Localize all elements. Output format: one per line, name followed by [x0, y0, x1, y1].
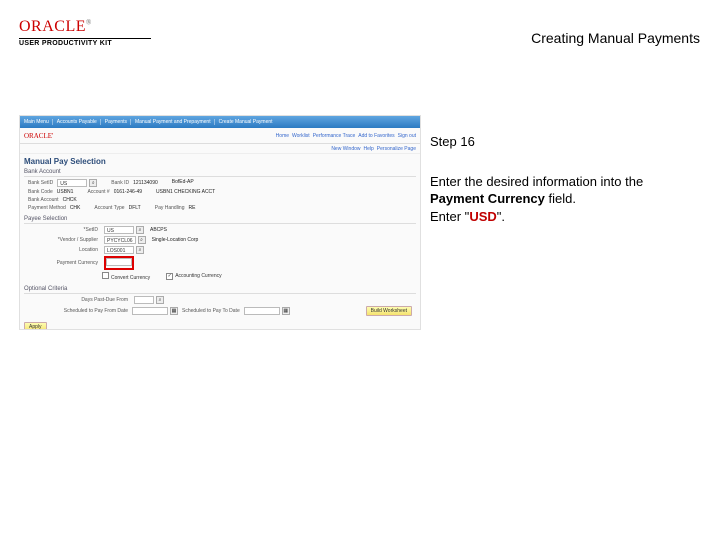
brand-wordmark: ORACLE®	[19, 18, 151, 36]
band-title: Bank Account	[24, 169, 416, 177]
nav-item[interactable]: Payments	[105, 119, 131, 125]
app-utility-links: Home Worklist Performance Trace Add to F…	[276, 133, 420, 139]
brand-subtext: USER PRODUCTIVITY KIT	[19, 40, 151, 47]
calendar-icon[interactable]: ▦	[170, 307, 178, 315]
sub-link[interactable]: Personalize Page	[377, 146, 416, 152]
embedded-screenshot: Main Menu Accounts Payable Payments Manu…	[19, 115, 421, 330]
form-row: Bank AccountCHCK	[24, 196, 416, 204]
lookup-icon[interactable]: ⌕	[89, 179, 97, 187]
util-link[interactable]: Sign out	[398, 133, 416, 139]
nav-item[interactable]: Main Menu	[24, 119, 53, 125]
payment-currency-field[interactable]	[106, 258, 132, 266]
footer: Apply	[20, 319, 420, 330]
days-past-due-field[interactable]	[134, 296, 154, 304]
instruction-text: Enter the desired information into the P…	[430, 173, 694, 226]
build-worksheet-button[interactable]: Build Worksheet	[366, 306, 412, 316]
convert-currency-checkbox[interactable]	[102, 272, 109, 279]
form-row: *SetID US⌕ ABCPS	[24, 225, 416, 235]
lookup-icon[interactable]: ⌕	[136, 226, 144, 234]
pay-from-date-field[interactable]	[132, 307, 168, 315]
util-link[interactable]: Worklist	[292, 133, 310, 139]
form-row: Payment MethodCHK Account TypeDFLT Pay H…	[24, 204, 416, 212]
section-title: Manual Pay Selection	[20, 154, 420, 167]
lookup-icon[interactable]: ⌕	[136, 246, 144, 254]
form-row: Bank SetIDUS⌕ Bank ID121134090 BofEd-AP	[24, 178, 416, 188]
entry-value: USD	[469, 209, 496, 224]
page-title: Creating Manual Payments	[531, 30, 700, 46]
lookup-icon[interactable]: ⌕	[138, 236, 146, 244]
location-field[interactable]: LOS001	[104, 246, 134, 254]
calendar-icon[interactable]: ▦	[282, 307, 290, 315]
form-row: Payment Currency	[24, 255, 416, 271]
util-link[interactable]: Home	[276, 133, 289, 139]
bank-account-band: Bank Account Bank SetIDUS⌕ Bank ID121134…	[20, 167, 420, 214]
app-topnav: Main Menu Accounts Payable Payments Manu…	[20, 116, 420, 128]
instruction-panel: Step 16 Enter the desired information in…	[430, 133, 694, 225]
optional-criteria-band: Optional Criteria Days Past-Due From ⌕ S…	[20, 284, 420, 319]
page-root: ORACLE® USER PRODUCTIVITY KIT Creating M…	[0, 0, 720, 540]
sub-link[interactable]: Help	[364, 146, 374, 152]
payment-currency-highlight	[104, 256, 134, 270]
app-brand-row: ORACLE' Home Worklist Performance Trace …	[20, 128, 420, 144]
band-title: Payee Selection	[24, 216, 416, 224]
form-row: Location LOS001⌕	[24, 245, 416, 255]
app-brand: ORACLE'	[24, 132, 53, 140]
apply-button[interactable]: Apply	[24, 322, 47, 330]
payee-selection-band: Payee Selection *SetID US⌕ ABCPS *Vendor…	[20, 214, 420, 284]
brand-logo: ORACLE® USER PRODUCTIVITY KIT	[19, 18, 151, 47]
pay-to-date-field[interactable]	[244, 307, 280, 315]
nav-item[interactable]: Create Manual Payment	[219, 119, 276, 125]
form-row: Bank CodeUSBN1 Account #0161-246-49 USBN…	[24, 188, 416, 196]
form-row: Days Past-Due From ⌕	[24, 295, 416, 305]
accounting-currency-checkbox[interactable]: ✓	[166, 273, 173, 280]
band-title: Optional Criteria	[24, 286, 416, 294]
util-link[interactable]: Add to Favorites	[358, 133, 394, 139]
form-row: Scheduled to Pay From Date ▦ Scheduled t…	[24, 305, 416, 317]
checkbox-row: Convert Currency ✓Accounting Currency	[24, 271, 416, 282]
nav-item[interactable]: Manual Payment and Prepayment	[135, 119, 215, 125]
vendor-field[interactable]: PYCYCL06	[104, 236, 136, 244]
util-link[interactable]: Performance Trace	[313, 133, 356, 139]
nav-item[interactable]: Accounts Payable	[57, 119, 101, 125]
setid-field[interactable]: US	[104, 226, 134, 234]
sub-link[interactable]: New Window	[331, 146, 360, 152]
brand-rule	[19, 38, 151, 39]
app-sub-links: New Window Help Personalize Page	[20, 144, 420, 154]
bank-setid-field[interactable]: US	[57, 179, 87, 187]
field-name: Payment Currency	[430, 191, 545, 206]
form-row: *Vendor / Supplier PYCYCL06⌕ Single-Loca…	[24, 235, 416, 245]
lookup-icon[interactable]: ⌕	[156, 296, 164, 304]
step-label: Step 16	[430, 133, 694, 151]
